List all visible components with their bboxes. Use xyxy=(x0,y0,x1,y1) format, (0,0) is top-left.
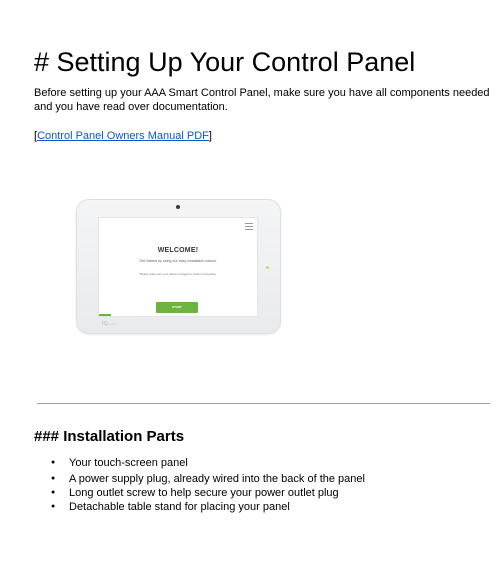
screen-welcome-subtitle: Get started by using our easy installati… xyxy=(139,259,217,263)
camera-dot xyxy=(176,205,180,209)
screen-start-button: START xyxy=(156,302,198,313)
installation-parts-list: Your touch-screen panel A power supply p… xyxy=(34,456,365,514)
section-heading: ### Installation Parts xyxy=(34,428,185,445)
owners-manual-link[interactable]: Control Panel Owners Manual PDF xyxy=(37,130,209,142)
horizontal-divider xyxy=(37,403,490,404)
screen-progress-bar xyxy=(99,314,111,316)
list-item: Long outlet screw to help secure your po… xyxy=(34,486,365,500)
device-logo-suffix: panel xyxy=(107,322,117,326)
intro-paragraph: Before setting up your AAA Smart Control… xyxy=(34,87,490,113)
list-item: Detachable table stand for placing your … xyxy=(34,500,365,514)
device-logo: IQpanel xyxy=(102,321,117,327)
link-close-bracket: ] xyxy=(208,130,212,142)
manual-link-line: [Control Panel Owners Manual PDF] xyxy=(34,129,212,143)
list-item: A power supply plug, already wired into … xyxy=(34,472,365,486)
hamburger-menu-icon xyxy=(245,223,253,230)
status-led xyxy=(266,266,269,269)
device-screen: WELCOME! Get started by using our easy i… xyxy=(99,218,257,316)
list-item: Your touch-screen panel xyxy=(34,456,365,470)
control-panel-image: WELCOME! Get started by using our easy i… xyxy=(76,199,281,334)
screen-welcome-title: WELCOME! xyxy=(157,247,199,254)
screen-welcome-note: Please make sure your panel is plugged i… xyxy=(139,272,217,276)
page-title: # Setting Up Your Control Panel xyxy=(34,47,416,77)
